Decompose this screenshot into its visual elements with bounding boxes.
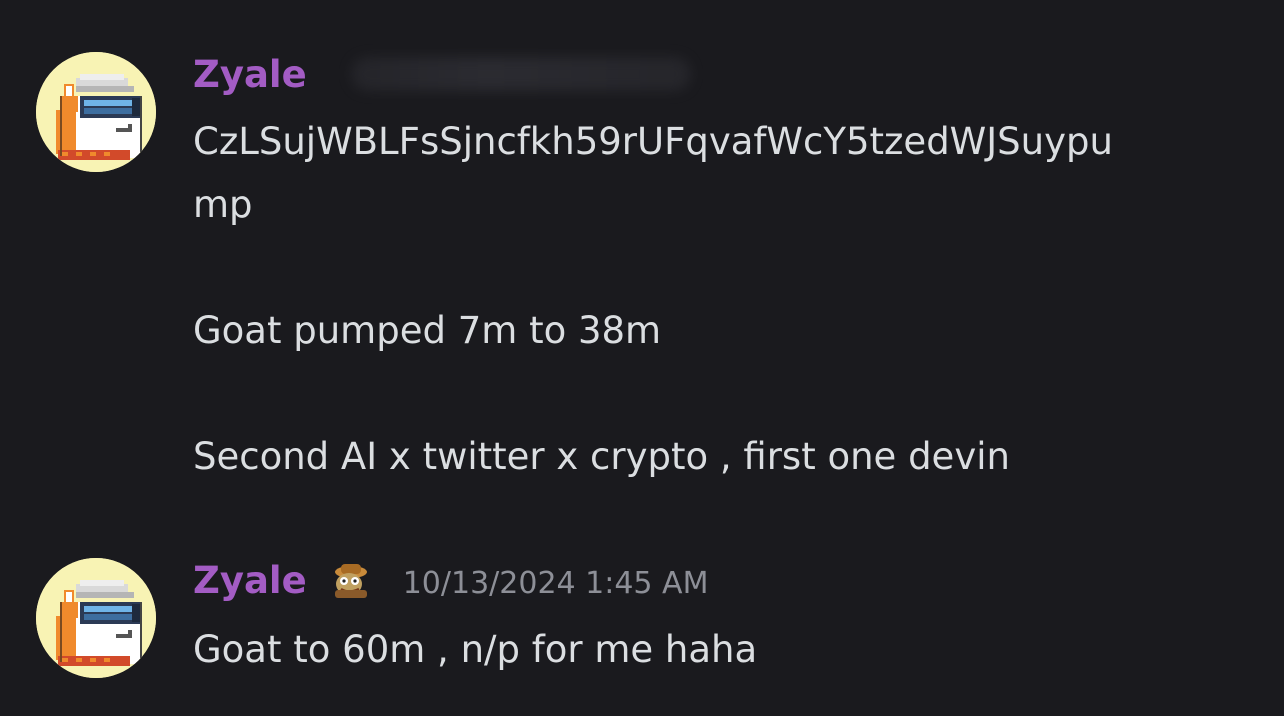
message-line: Goat to 60m , n/p for me haha — [193, 628, 758, 671]
pixel-shiba-avatar-icon — [36, 558, 156, 678]
message-timestamp[interactable]: 10/13/2024 1:45 AM — [403, 566, 709, 601]
chat-log: Zyale CzLSujWBLFsSjncfkh59rUFqvafWcY5tze… — [0, 0, 1284, 716]
message-line: Goat pumped 7m to 38m — [193, 309, 662, 352]
user-avatar[interactable] — [36, 52, 156, 172]
username[interactable]: Zyale — [193, 53, 307, 96]
pixel-shiba-avatar-icon — [36, 52, 156, 172]
username[interactable]: Zyale — [193, 559, 307, 602]
message-header: Zyale — [193, 48, 691, 100]
message-line: Second AI x twitter x crypto , first one… — [193, 435, 1010, 478]
message-header: Zyale 10/13/2024 1:45 AM — [193, 554, 708, 606]
message-content: CzLSujWBLFsSjncfkh59rUFqvafWcY5tzedWJSuy… — [193, 110, 1253, 488]
message-content: Goat to 60m , n/p for me haha — [193, 618, 1253, 681]
user-avatar[interactable] — [36, 558, 156, 678]
message-line: CzLSujWBLFsSjncfkh59rUFqvafWcY5tzedWJSuy… — [193, 120, 1113, 163]
redacted-header-info — [350, 57, 691, 91]
message-line: mp — [193, 183, 253, 226]
pepe-emoji-icon[interactable] — [329, 560, 373, 600]
